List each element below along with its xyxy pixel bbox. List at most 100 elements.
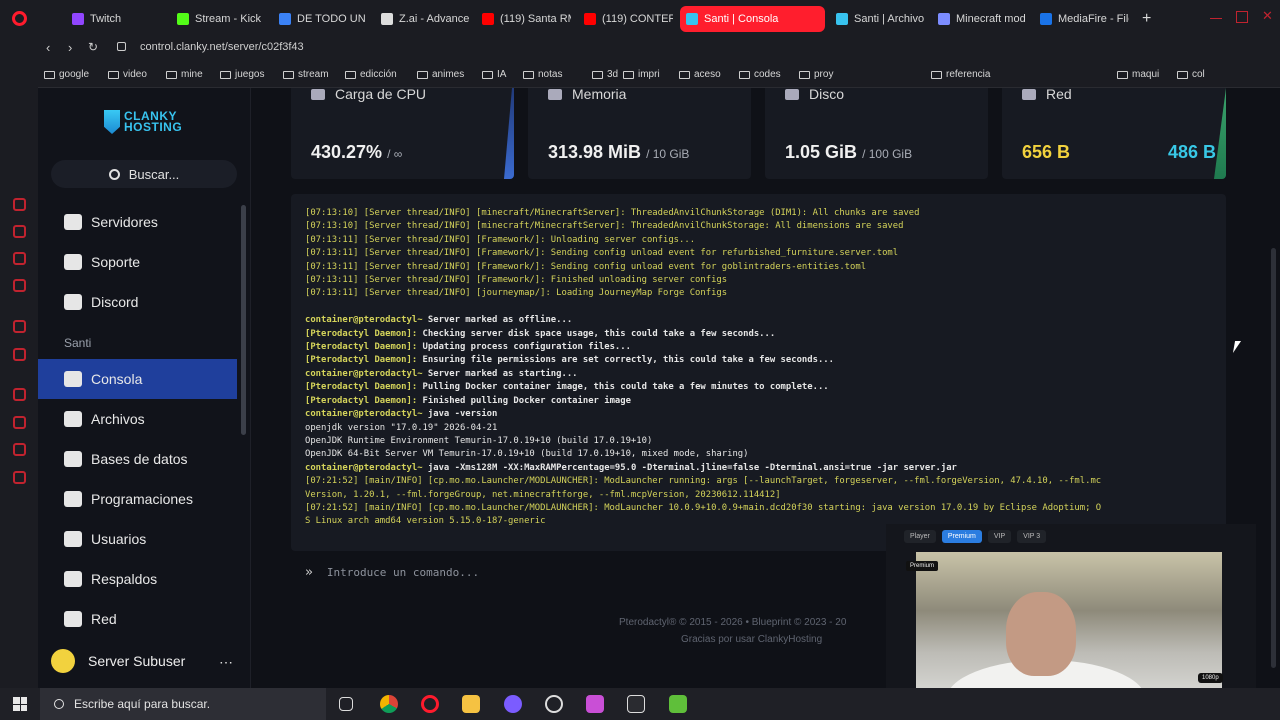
video-quality[interactable]: 1080p	[1198, 673, 1223, 683]
bookmark-item[interactable]: 3d	[592, 69, 618, 80]
minimize-icon[interactable]	[1210, 11, 1222, 19]
bookmark-item[interactable]: mine	[166, 69, 203, 80]
reload-icon[interactable]: ↻	[88, 40, 98, 54]
console-text: Updating process configuration files...	[417, 342, 631, 353]
opera-sidebar	[0, 0, 38, 688]
bookmark-item[interactable]: stream	[283, 69, 329, 80]
sidebar-scrollbar[interactable]	[241, 205, 246, 435]
rail-clock-icon[interactable]	[13, 416, 26, 429]
maximize-icon[interactable]	[1236, 11, 1248, 23]
browser-tab[interactable]: Santi | Archivo	[830, 6, 925, 32]
discord-app-icon[interactable]	[504, 695, 522, 713]
console-text: OpenJDK 64-Bit Server VM Temurin-17.0.19…	[305, 449, 749, 460]
browser-tab[interactable]: DE TODO UN	[273, 6, 368, 32]
sidebar-item[interactable]: Red	[38, 599, 237, 639]
discord-icon	[64, 294, 82, 310]
console-line: [07:13:11] [Server thread/INFO] [Framewo…	[305, 261, 1212, 274]
opera-logo-icon[interactable]	[12, 11, 27, 26]
minecraft-launcher-icon[interactable]	[669, 695, 687, 713]
windows-start-icon[interactable]	[13, 697, 27, 711]
sidebar-item[interactable]: Bases de datos	[38, 439, 237, 479]
bookmark-item[interactable]: edicción	[345, 69, 397, 80]
app-capcut-icon[interactable]	[627, 695, 645, 713]
tab-label: Z.ai - Advance	[399, 13, 470, 25]
bookmark-item[interactable]: maqui	[1117, 69, 1159, 80]
chrome-icon[interactable]	[380, 695, 398, 713]
rail-player-icon[interactable]	[13, 388, 26, 401]
rail-app-icon[interactable]	[13, 279, 26, 292]
folder-icon	[739, 70, 750, 79]
rail-history-icon[interactable]	[13, 198, 26, 211]
bookmark-item[interactable]: video	[108, 69, 147, 80]
video-tab[interactable]: VIP 3	[1017, 530, 1047, 543]
sidebar-item[interactable]: Usuarios	[38, 519, 237, 559]
task-view-icon[interactable]	[339, 697, 353, 711]
app-pink-icon[interactable]	[586, 695, 604, 713]
command-input[interactable]: » Introduce un comando...	[291, 560, 891, 584]
video-tab[interactable]: Premium	[941, 530, 982, 543]
console-line: [07:13:11] [Server thread/INFO] [Framewo…	[305, 274, 1212, 287]
tab-label: Santi | Archivo	[854, 13, 925, 25]
close-window-icon[interactable]: ✕	[1262, 8, 1274, 23]
browser-tab[interactable]: Minecraft mod	[932, 6, 1027, 32]
browser-tab[interactable]: MediaFire - File	[1034, 6, 1129, 32]
bookmark-item[interactable]: proy	[799, 69, 833, 80]
sidebar-item[interactable]: Consola	[38, 359, 237, 399]
video-tab[interactable]: VIP	[987, 530, 1012, 543]
bookmark-item[interactable]: animes	[417, 69, 464, 80]
bookmark-item[interactable]: referencia	[931, 69, 990, 80]
browser-tab[interactable]: (119) CONTER	[578, 6, 673, 32]
rail-chat-icon[interactable]	[13, 252, 26, 265]
console-line: container@pterodactyl~ java -version	[305, 408, 1212, 421]
folder-icon	[1177, 70, 1188, 79]
browser-tab[interactable]: Twitch	[66, 6, 161, 32]
rail-twitch-icon[interactable]	[13, 320, 26, 333]
page-scrollbar[interactable]	[1271, 248, 1276, 668]
obs-icon[interactable]	[545, 695, 563, 713]
video-tab[interactable]: Player	[904, 530, 936, 543]
rail-settings-icon[interactable]	[13, 471, 26, 484]
database-icon	[64, 451, 82, 467]
user-more-icon[interactable]: ⋯	[219, 654, 234, 671]
sidebar-item[interactable]: Programaciones	[38, 479, 237, 519]
sidebar-item-label: Archivos	[91, 411, 145, 427]
clanky-logo[interactable]: CLANKY HOSTING	[104, 110, 182, 134]
taskbar-search[interactable]: Escribe aquí para buscar.	[40, 688, 326, 720]
bookmark-item[interactable]: juegos	[220, 69, 264, 80]
browser-tab[interactable]: Stream - Kick	[171, 6, 266, 32]
rail-percent-icon[interactable]	[13, 348, 26, 361]
sidebar-item[interactable]: Archivos	[38, 399, 237, 439]
browser-tab[interactable]: (119) Santa RM	[476, 6, 571, 32]
sidebar-item[interactable]: Soporte	[38, 242, 237, 282]
bookmark-item[interactable]: aceso	[679, 69, 721, 80]
sidebar-item[interactable]: Servidores	[38, 202, 237, 242]
rail-bag-icon[interactable]	[13, 225, 26, 238]
back-icon[interactable]: ‹	[46, 40, 50, 55]
url-text[interactable]: control.clanky.net/server/c02f3f43	[140, 41, 304, 53]
browser-tab[interactable]: Santi | Consola	[680, 6, 825, 32]
bookmark-item[interactable]: col	[1177, 69, 1205, 80]
tab-favicon-icon	[686, 13, 698, 25]
bookmark-item[interactable]: codes	[739, 69, 781, 80]
bookmark-label: maqui	[1132, 69, 1160, 80]
bookmark-item[interactable]: IA	[482, 69, 506, 80]
bookmark-item[interactable]: impri	[623, 69, 660, 80]
user-menu[interactable]: Server Subuser ⋯	[38, 644, 250, 678]
console-line: [07:13:10] [Server thread/INFO] [minecra…	[305, 207, 1212, 220]
bookmark-item[interactable]: notas	[523, 69, 562, 80]
bookmark-item[interactable]: google	[44, 69, 89, 80]
sidebar-item[interactable]: Discord	[38, 282, 237, 322]
calendar-icon	[64, 491, 82, 507]
opera-icon[interactable]	[421, 695, 439, 713]
file-explorer-icon[interactable]	[462, 695, 480, 713]
sidebar-search[interactable]: Buscar...	[51, 160, 237, 188]
sidebar-item[interactable]: Respaldos	[38, 559, 237, 599]
rail-extension-icon[interactable]	[13, 443, 26, 456]
console-output[interactable]: [07:13:10] [Server thread/INFO] [minecra…	[291, 194, 1226, 551]
forward-icon[interactable]: ›	[68, 40, 72, 55]
new-tab-icon[interactable]: +	[1136, 6, 1151, 32]
browser-tab[interactable]: Z.ai - Advance	[375, 6, 470, 32]
folder-icon	[482, 70, 493, 79]
network-out-value: 486 B	[1167, 142, 1216, 162]
console-line: [Pterodactyl Daemon]: Pulling Docker con…	[305, 381, 1212, 394]
